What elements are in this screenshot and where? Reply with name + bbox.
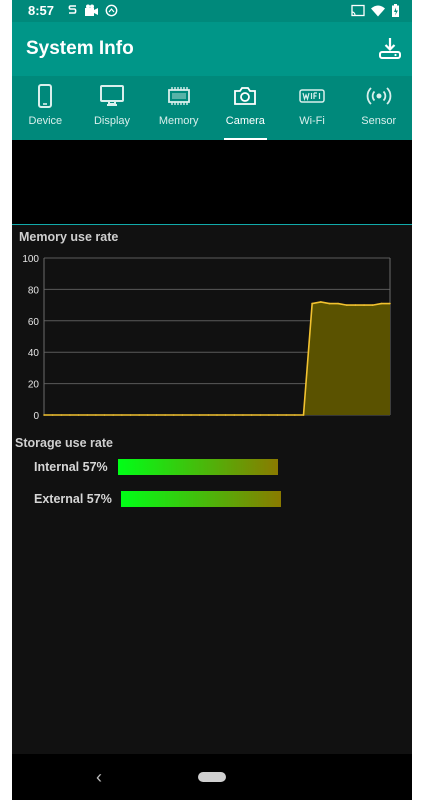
tab-memory[interactable]: Memory bbox=[145, 76, 212, 140]
wifi-icon bbox=[299, 89, 325, 103]
ad-banner bbox=[12, 140, 412, 225]
data-point bbox=[95, 414, 97, 416]
tab-label: Memory bbox=[158, 115, 199, 127]
data-point bbox=[103, 414, 106, 416]
data-point bbox=[147, 414, 149, 416]
tab-camera[interactable]: Camera bbox=[212, 76, 279, 140]
wifi-signal-icon bbox=[371, 5, 385, 17]
app-bar: System Info bbox=[12, 22, 412, 76]
monitor-icon bbox=[100, 85, 124, 106]
tab-device[interactable]: Device bbox=[12, 76, 79, 140]
data-point bbox=[86, 414, 89, 416]
tab-wifi[interactable]: Wi-Fi bbox=[279, 76, 346, 140]
data-point bbox=[337, 302, 339, 305]
external-storage-label: External 57% bbox=[34, 492, 112, 506]
data-point bbox=[259, 414, 262, 416]
data-point bbox=[354, 304, 357, 306]
y-tick-label: 40 bbox=[28, 348, 40, 359]
data-point bbox=[302, 414, 305, 416]
data-point bbox=[60, 414, 63, 416]
y-tick-label: 0 bbox=[33, 411, 39, 422]
data-point bbox=[320, 301, 322, 303]
data-point bbox=[294, 414, 296, 416]
data-point bbox=[190, 414, 192, 416]
internal-storage-label: Internal 57% bbox=[34, 460, 108, 474]
memory-section-title: Memory use rate bbox=[19, 230, 119, 244]
data-point bbox=[242, 414, 244, 416]
notification-icons bbox=[67, 4, 118, 17]
tab-bar: Device Display Memory Camera Wi-Fi Senso… bbox=[12, 76, 412, 140]
data-point bbox=[129, 414, 132, 416]
data-point bbox=[69, 414, 71, 416]
data-point bbox=[181, 414, 184, 416]
data-point bbox=[311, 302, 313, 305]
y-tick-label: 80 bbox=[28, 285, 40, 296]
data-point bbox=[224, 414, 227, 416]
camera-icon bbox=[234, 87, 257, 105]
data-point bbox=[328, 302, 331, 305]
y-tick-label: 20 bbox=[28, 380, 40, 391]
memory-area bbox=[44, 301, 390, 415]
data-point bbox=[77, 414, 80, 416]
app-s-icon bbox=[68, 5, 77, 14]
tab-label: Display bbox=[93, 115, 131, 127]
data-point bbox=[172, 414, 175, 416]
app-title: System Info bbox=[26, 38, 134, 59]
data-point bbox=[363, 304, 365, 306]
data-point bbox=[285, 414, 288, 416]
home-button[interactable] bbox=[198, 772, 226, 782]
data-point bbox=[51, 414, 54, 416]
data-point bbox=[380, 302, 383, 305]
external-storage-bar bbox=[121, 491, 281, 507]
tab-label: Sensor bbox=[361, 115, 397, 127]
sensor-icon bbox=[366, 87, 391, 105]
video-icon bbox=[85, 4, 98, 16]
data-point bbox=[138, 414, 140, 416]
phone-screen: 8:57 System Info Device Display Memory C… bbox=[12, 0, 412, 800]
back-icon[interactable]: ‹ bbox=[96, 767, 102, 788]
sync-icon bbox=[105, 4, 118, 17]
data-point bbox=[371, 304, 374, 306]
y-tick-label: 60 bbox=[28, 317, 40, 328]
internal-storage-row: Internal 57% bbox=[34, 459, 278, 475]
external-storage-row: External 57% bbox=[34, 491, 281, 507]
tab-sensor[interactable]: Sensor bbox=[345, 76, 412, 140]
data-point bbox=[155, 414, 158, 416]
phone-icon bbox=[38, 84, 53, 108]
status-time: 8:57 bbox=[28, 3, 55, 18]
memory-chip-icon bbox=[167, 87, 190, 105]
internal-storage-bar bbox=[118, 459, 278, 475]
cast-icon bbox=[351, 4, 365, 17]
data-point bbox=[216, 414, 218, 416]
storage-section-title: Storage use rate bbox=[15, 436, 113, 450]
battery-icon bbox=[392, 4, 399, 17]
data-point bbox=[389, 302, 391, 305]
data-point bbox=[250, 414, 253, 416]
data-point bbox=[198, 414, 201, 416]
data-point bbox=[112, 414, 114, 416]
tab-display[interactable]: Display bbox=[79, 76, 146, 140]
tab-label: Wi-Fi bbox=[299, 115, 325, 127]
data-point bbox=[164, 414, 166, 416]
system-icons bbox=[351, 4, 400, 17]
data-point bbox=[43, 414, 45, 416]
data-point bbox=[268, 414, 270, 416]
data-point bbox=[276, 414, 279, 416]
y-tick-label: 100 bbox=[22, 254, 39, 265]
data-point bbox=[233, 414, 236, 416]
tab-label: Camera bbox=[225, 115, 265, 127]
data-point bbox=[121, 414, 123, 416]
navigation-bar: ‹ bbox=[12, 754, 412, 800]
tab-label: Device bbox=[28, 115, 63, 127]
data-point bbox=[207, 414, 210, 416]
memory-chart: 0 20 40 60 80 100 bbox=[22, 254, 391, 422]
data-point bbox=[345, 304, 348, 306]
download-icon[interactable] bbox=[378, 36, 402, 60]
status-bar: 8:57 bbox=[12, 0, 412, 22]
